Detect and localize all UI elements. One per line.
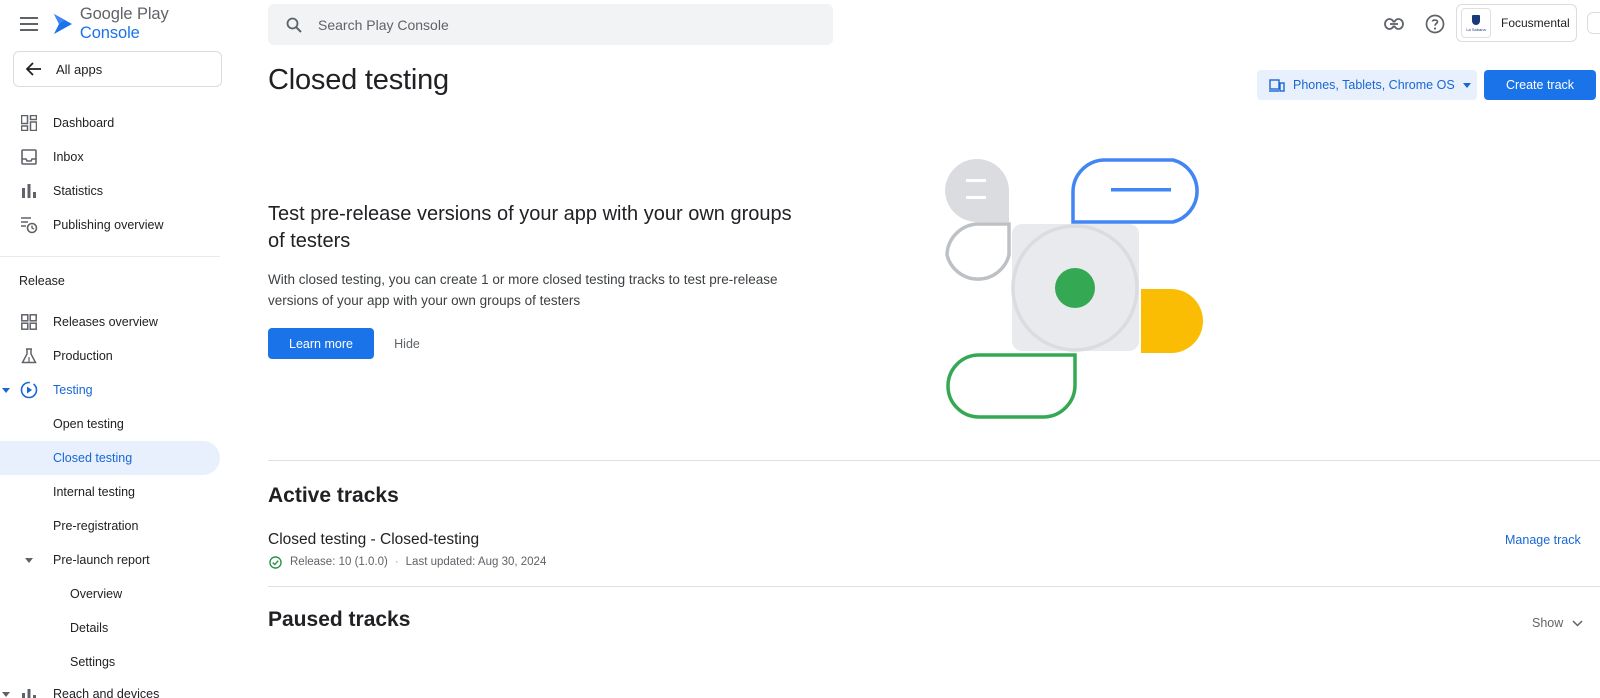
separator-dot: · [394,556,399,568]
illustration-grey-line [966,179,986,182]
sidebar-item-label: Internal testing [53,485,135,499]
sidebar-item-internal-testing[interactable]: Internal testing [0,475,220,509]
illustration-grey-line [966,196,986,199]
hide-button[interactable]: Hide [389,328,425,359]
sidebar-item-production[interactable]: Production [0,339,220,373]
shield-logo-icon [1472,14,1480,25]
active-tracks-title: Active tracks [268,484,399,507]
sidebar-item-dashboard[interactable]: Dashboard [0,106,220,140]
search-icon [284,15,304,35]
sidebar-item-label: Pre-registration [53,519,139,533]
dashboard-icon [20,114,38,132]
account-name: Focusmental [1501,16,1570,30]
testing-icon [20,381,38,399]
brand: Google Play Console [19,5,232,42]
sidebar: Google Play Console All apps Dashboard I… [0,0,232,698]
sidebar-item-inbox[interactable]: Inbox [0,140,220,174]
sidebar-item-settings[interactable]: Settings [0,645,220,679]
promo-title: Test pre-release versions of your app wi… [268,203,792,252]
help-icon[interactable] [1424,13,1446,35]
sidebar-item-details[interactable]: Details [0,611,220,645]
reach-devices-icon [20,685,38,698]
sidebar-item-label: Settings [70,655,116,669]
manage-track-link[interactable]: Manage track [1505,533,1581,547]
chevron-down-icon [1462,82,1471,88]
sidebar-item-pre-registration[interactable]: Pre-registration [0,509,220,543]
create-track-button[interactable]: Create track [1484,70,1596,100]
device-filter-dropdown[interactable]: Phones, Tablets, Chrome OS [1257,70,1477,100]
link-icon[interactable] [1383,13,1405,35]
section-divider [268,460,1600,461]
sidebar-item-publishing-overview[interactable]: Publishing overview [0,208,220,242]
expand-caret-icon[interactable] [2,388,10,393]
show-paused-tracks-toggle[interactable]: Show [1532,616,1583,630]
all-apps-label: All apps [56,61,103,77]
page-title: Closed testing [268,64,449,96]
sidebar-item-label: Releases overview [53,315,158,329]
track-release: Release: 10 (1.0.0) [290,556,388,568]
inbox-icon [20,148,38,166]
account-switcher[interactable]: La Sabana Focusmental [1456,4,1577,42]
search-input[interactable]: Search Play Console [268,4,833,45]
sidebar-item-open-testing[interactable]: Open testing [0,407,220,441]
play-console-logo-icon[interactable] [53,13,73,35]
show-label: Show [1532,616,1564,630]
testing-illustration [945,158,1203,419]
sidebar-item-releases-overview[interactable]: Releases overview [0,305,220,339]
sidebar-item-label: Testing [53,383,93,397]
sidebar-item-label: Inbox [53,150,84,164]
flask-icon [20,347,38,365]
sidebar-item-closed-testing[interactable]: Closed testing [0,441,220,475]
chevron-down-icon [1571,617,1583,629]
sidebar-item-label: Dashboard [53,116,115,130]
illustration-blue-line [1111,188,1171,192]
promo-text: With closed testing, you can create 1 or… [268,272,778,308]
learn-more-button[interactable]: Learn more [268,328,374,359]
sidebar-item-label: Closed testing [53,451,133,465]
sidebar-item-label: Reach and devices [53,687,160,698]
search-placeholder: Search Play Console [318,16,449,33]
apps-icon[interactable] [1587,12,1600,34]
sidebar-item-overview[interactable]: Overview [0,577,220,611]
device-filter-label: Phones, Tablets, Chrome OS [1293,78,1455,92]
releases-overview-icon [20,313,38,331]
avatar-text: La Sabana [1466,26,1486,32]
menu-icon[interactable] [19,14,39,34]
sidebar-item-statistics[interactable]: Statistics [0,174,220,208]
check-circle-icon [268,555,282,569]
expand-caret-icon[interactable] [2,692,10,697]
expand-caret-icon[interactable] [25,558,33,563]
illustration-grey-outline [945,222,1011,281]
sidebar-item-label: Pre-launch report [53,553,150,567]
sidebar-item-label: Overview [70,587,123,601]
sidebar-item-label: Statistics [53,184,104,198]
sidebar-item-label: Details [70,621,109,635]
track-meta: Release: 10 (1.0.0) · Last updated: Aug … [268,555,546,569]
sidebar-section-release: Release [19,274,65,288]
avatar: La Sabana [1461,8,1491,38]
sidebar-item-label: Production [53,349,113,363]
sidebar-item-label: Open testing [53,417,124,431]
sidebar-item-label: Publishing overview [53,218,164,232]
devices-icon [1269,78,1285,92]
illustration-yellow-shape [1141,289,1203,353]
illustration-green-dot [1055,268,1095,308]
paused-tracks-title: Paused tracks [268,608,411,631]
sidebar-item-reach-and-devices[interactable]: Reach and devices [0,677,220,698]
sidebar-divider [0,256,220,257]
brand-name[interactable]: Google Play Console [80,5,232,43]
bar-chart-icon [20,182,38,200]
track-name: Closed testing - Closed-testing [268,531,480,548]
all-apps-button[interactable]: All apps [13,51,222,87]
track-last-updated: Last updated: Aug 30, 2024 [405,556,547,568]
illustration-green-outline [946,353,1077,419]
illustration-grey-shape [945,159,1009,222]
arrow-back-icon [24,59,44,79]
sidebar-item-testing[interactable]: Testing [0,373,220,407]
section-divider [268,586,1600,587]
sidebar-item-pre-launch-report[interactable]: Pre-launch report [0,543,220,577]
publishing-overview-icon [20,216,38,234]
